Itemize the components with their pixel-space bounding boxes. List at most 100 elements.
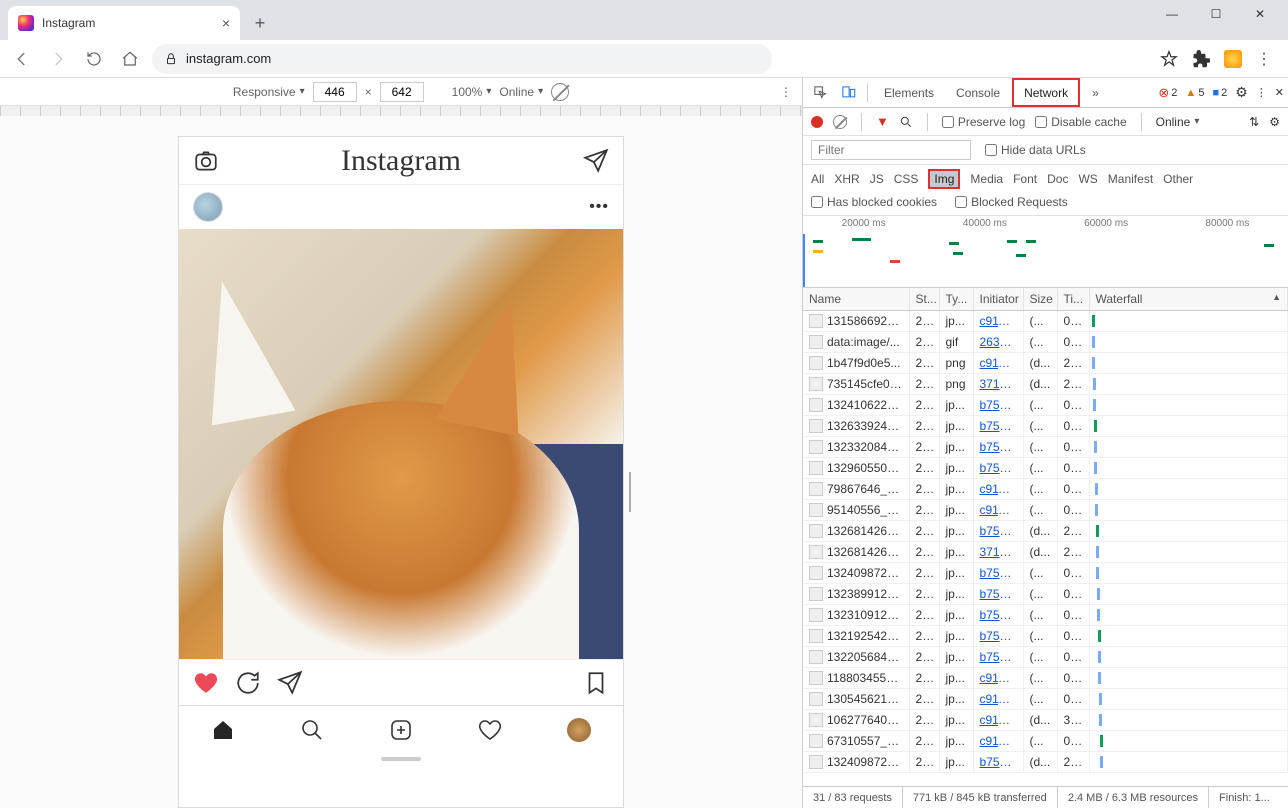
info-count[interactable]: 2 (1212, 87, 1227, 99)
throttle-select[interactable]: Online (499, 85, 543, 99)
blocked-requests-checkbox[interactable]: Blocked Requests (955, 195, 1068, 209)
request-row[interactable]: 132409872_...200jp...b75e6...(...0 ... (803, 563, 1288, 584)
request-row[interactable]: data:image/...200gif263e0...(...0 ... (803, 332, 1288, 353)
request-row[interactable]: 132192542_...200jp...b75e6...(...0 ... (803, 626, 1288, 647)
request-row[interactable]: 67310557_6...200jp...c911f...(...0 ... (803, 731, 1288, 752)
request-row[interactable]: 130545621_...200jp...c911f...(...0 ... (803, 689, 1288, 710)
blocked-cookies-checkbox[interactable]: Has blocked cookies (811, 195, 937, 209)
forward-button[interactable] (44, 45, 72, 73)
nav-profile-icon[interactable] (567, 718, 591, 742)
filter-type-other[interactable]: Other (1163, 172, 1193, 186)
back-button[interactable] (8, 45, 36, 73)
import-export-icon[interactable]: ⇅ (1249, 115, 1259, 129)
new-tab-button[interactable]: + (246, 9, 274, 37)
close-tab-button[interactable]: × (222, 15, 230, 31)
no-throttling-icon[interactable] (551, 83, 569, 101)
request-row[interactable]: 132681426_...200jp...37122...(d...2 ... (803, 542, 1288, 563)
network-overview[interactable]: 20000 ms40000 ms60000 ms80000 ms (803, 216, 1288, 288)
reload-button[interactable] (80, 45, 108, 73)
omnibox[interactable]: instagram.com (152, 44, 772, 74)
comment-icon[interactable] (235, 670, 261, 696)
error-count[interactable]: 2 (1158, 85, 1177, 101)
request-row[interactable]: 735145cfe0a...200png37122...(d...2 ... (803, 374, 1288, 395)
clear-button[interactable] (833, 115, 847, 129)
extension-badge-icon[interactable] (1224, 50, 1242, 68)
device-mode-select[interactable]: Responsive (233, 85, 305, 99)
device-toggle-icon[interactable] (835, 80, 861, 106)
col-type[interactable]: Ty... (939, 288, 973, 311)
tab-console[interactable]: Console (946, 78, 1010, 107)
extensions-icon[interactable] (1192, 50, 1210, 68)
filter-type-all[interactable]: All (811, 172, 824, 186)
request-row[interactable]: 132960550_...200jp...b75e6...(...0 ... (803, 458, 1288, 479)
filter-type-img[interactable]: Img (928, 169, 960, 189)
record-button[interactable] (811, 116, 823, 128)
hide-data-urls-checkbox[interactable]: Hide data URLs (985, 143, 1086, 157)
warning-count[interactable]: 5 (1185, 87, 1204, 99)
chrome-menu-button[interactable]: ⋮ (1256, 49, 1272, 69)
camera-icon[interactable] (193, 148, 219, 174)
request-row[interactable]: 118803455_...200jp...c911f...(...0 ... (803, 668, 1288, 689)
nav-home-icon[interactable] (211, 718, 235, 742)
post-menu-button[interactable]: ••• (589, 198, 609, 216)
request-row[interactable]: 132389912_...200jp...b75e6...(...0 ... (803, 584, 1288, 605)
maximize-button[interactable]: ☐ (1208, 6, 1224, 22)
inspect-icon[interactable] (807, 80, 833, 106)
nav-activity-icon[interactable] (478, 718, 502, 742)
request-row[interactable]: 131586692_...200jp...c911f...(...0 ... (803, 311, 1288, 332)
filter-input[interactable] (811, 140, 971, 160)
request-row[interactable]: 132409872_...200jp...b75e6...(d...2 ... (803, 752, 1288, 773)
filter-toggle-icon[interactable]: ▼ (876, 114, 889, 129)
request-row[interactable]: 106277640_...200jp...c911f...(d...3 ... (803, 710, 1288, 731)
share-icon[interactable] (277, 670, 303, 696)
network-settings-icon[interactable]: ⚙ (1269, 115, 1280, 129)
send-icon[interactable] (583, 148, 609, 174)
request-row[interactable]: 132205684_...200jp...b75e6...(...0 ... (803, 647, 1288, 668)
col-initiator[interactable]: Initiator (973, 288, 1023, 311)
story-avatar[interactable] (193, 192, 223, 222)
post-image[interactable] (179, 229, 623, 659)
tab-elements[interactable]: Elements (874, 78, 944, 107)
col-waterfall[interactable]: Waterfall ▲ (1089, 288, 1288, 311)
height-input[interactable] (380, 82, 424, 102)
close-devtools-button[interactable]: ✕ (1275, 86, 1284, 99)
tab-network[interactable]: Network (1012, 78, 1080, 107)
minimize-button[interactable]: — (1164, 6, 1180, 22)
request-row[interactable]: 1b47f9d0e5...200pngc911f...(d...2 ... (803, 353, 1288, 374)
zoom-select[interactable]: 100% (452, 85, 492, 99)
preserve-log-checkbox[interactable]: Preserve log (942, 115, 1025, 129)
width-input[interactable] (313, 82, 357, 102)
network-table[interactable]: Name St... Ty... Initiator Size Ti... Wa… (803, 288, 1288, 786)
filter-type-doc[interactable]: Doc (1047, 172, 1068, 186)
disable-cache-checkbox[interactable]: Disable cache (1035, 115, 1126, 129)
like-icon[interactable] (193, 670, 219, 696)
filter-type-manifest[interactable]: Manifest (1108, 172, 1153, 186)
nav-search-icon[interactable] (300, 718, 324, 742)
settings-icon[interactable]: ⚙ (1235, 84, 1248, 101)
star-icon[interactable] (1160, 50, 1178, 68)
browser-tab[interactable]: Instagram × (8, 6, 240, 40)
filter-type-font[interactable]: Font (1013, 172, 1037, 186)
filter-type-xhr[interactable]: XHR (834, 172, 859, 186)
nav-add-icon[interactable] (389, 718, 413, 742)
filter-type-ws[interactable]: WS (1078, 172, 1097, 186)
request-row[interactable]: 132332084_...200jp...b75e6...(...0 ... (803, 437, 1288, 458)
device-menu-button[interactable]: ⋮ (780, 85, 792, 99)
col-status[interactable]: St... (909, 288, 939, 311)
col-time[interactable]: Ti... (1057, 288, 1089, 311)
request-row[interactable]: 95140556_5...200jp...c911f...(...0 ... (803, 500, 1288, 521)
close-window-button[interactable]: ✕ (1252, 6, 1268, 22)
drag-handle-icon[interactable] (381, 757, 421, 761)
devtools-menu-button[interactable]: ⋮ (1256, 86, 1267, 99)
request-row[interactable]: 132633924_...200jp...b75e6...(...0 ... (803, 416, 1288, 437)
home-button[interactable] (116, 45, 144, 73)
col-name[interactable]: Name (803, 288, 909, 311)
resize-handle[interactable] (629, 472, 635, 512)
bookmark-icon[interactable] (583, 670, 609, 696)
request-row[interactable]: 132681426_...200jp...b75e6...(d...2 ... (803, 521, 1288, 542)
filter-type-media[interactable]: Media (970, 172, 1003, 186)
request-row[interactable]: 132310912_...200jp...b75e6...(...0 ... (803, 605, 1288, 626)
col-size[interactable]: Size (1023, 288, 1057, 311)
tabs-overflow-button[interactable]: » (1082, 78, 1109, 107)
request-row[interactable]: 132410622_...200jp...b75e6...(...0 ... (803, 395, 1288, 416)
